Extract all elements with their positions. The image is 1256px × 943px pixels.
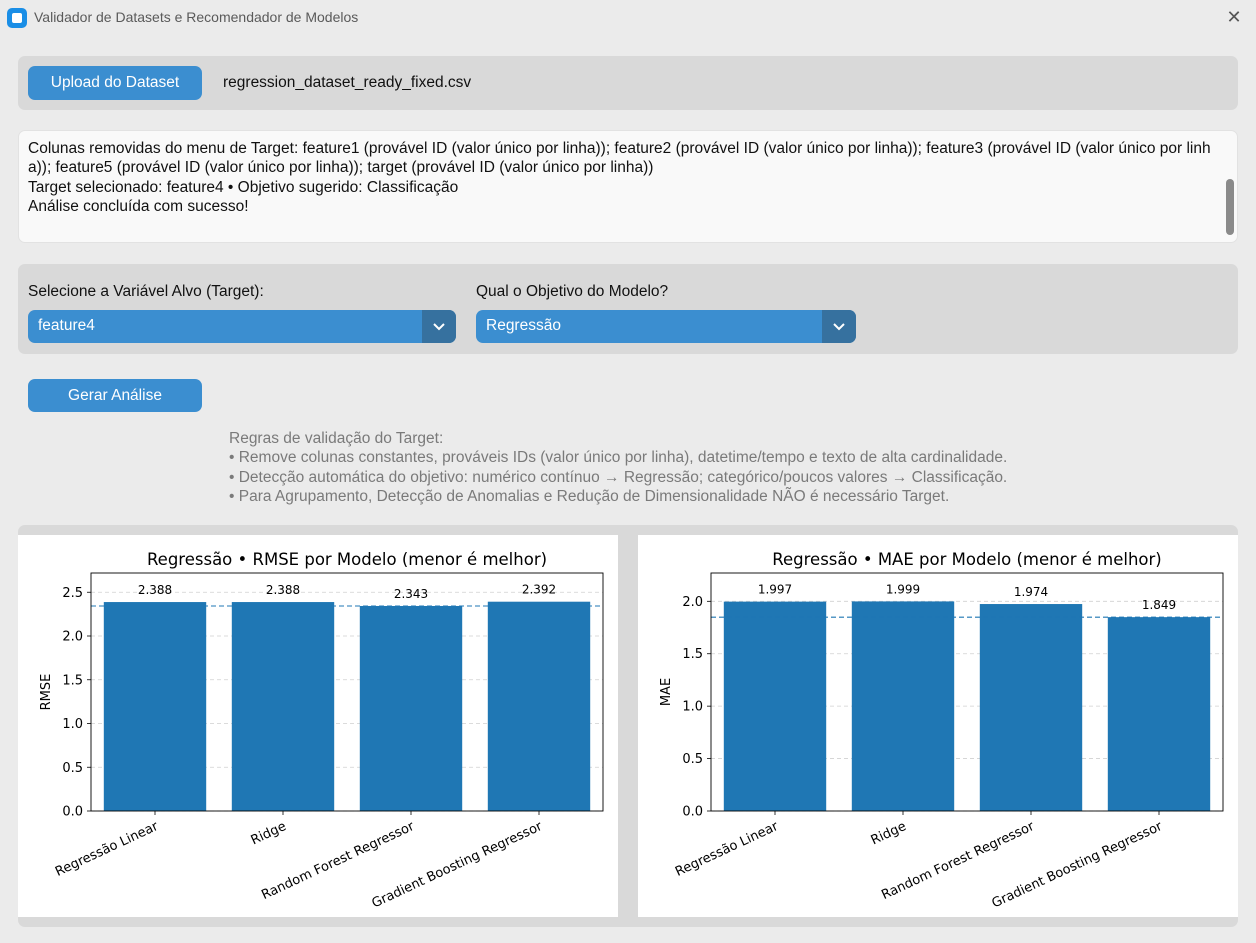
bar xyxy=(103,602,207,811)
title-bar: Validador de Datasets e Recomendador de … xyxy=(0,0,1256,36)
y-tick-label: 1.0 xyxy=(62,717,83,732)
chart-title: Regressão • RMSE por Modelo (menor é mel… xyxy=(147,550,547,569)
bar-value-label: 2.392 xyxy=(522,583,556,597)
rules-item: • Remove colunas constantes, prováveis I… xyxy=(229,449,1008,467)
close-icon[interactable]: ✕ xyxy=(1224,8,1244,28)
bar xyxy=(359,605,463,811)
window-title: Validador de Datasets e Recomendador de … xyxy=(34,9,359,25)
bar xyxy=(1107,617,1211,811)
rmse-chart-card: Regressão • RMSE por Modelo (menor é mel… xyxy=(18,535,618,917)
log-text: Colunas removidas do menu de Target: fea… xyxy=(28,140,1211,216)
y-tick-label: 0.5 xyxy=(682,752,703,767)
bar xyxy=(979,604,1083,811)
y-tick-label: 1.5 xyxy=(682,647,703,662)
app-icon xyxy=(7,8,27,28)
objective-label: Qual o Objetivo do Modelo? xyxy=(476,283,669,300)
log-textbox[interactable]: Colunas removidas do menu de Target: fea… xyxy=(18,130,1238,243)
chevron-down-icon[interactable] xyxy=(822,310,856,343)
bar-value-label: 1.997 xyxy=(758,583,792,597)
y-axis-label: MAE xyxy=(659,678,674,706)
mae-chart-card: Regressão • MAE por Modelo (menor é melh… xyxy=(638,535,1238,917)
rules-item: • Detecção automática do objetivo: numér… xyxy=(229,468,1008,486)
dataset-filename: regression_dataset_ready_fixed.csv xyxy=(223,74,472,91)
objective-dropdown-value: Regressão xyxy=(486,317,561,334)
y-tick-label: 2.5 xyxy=(62,586,83,601)
y-tick-label: 2.0 xyxy=(62,630,83,645)
validation-rules: Regras de validação do Target: • Remove … xyxy=(229,429,1007,507)
x-tick-label: Ridge xyxy=(249,819,289,848)
y-axis-label: RMSE xyxy=(39,674,54,711)
y-tick-label: 1.0 xyxy=(682,700,703,715)
bar-value-label: 2.343 xyxy=(394,587,428,601)
target-label: Selecione a Variável Alvo (Target): xyxy=(28,283,264,300)
bar-value-label: 1.974 xyxy=(1014,585,1048,599)
chart-title: Regressão • MAE por Modelo (menor é melh… xyxy=(772,550,1161,569)
y-tick-label: 0.0 xyxy=(682,805,703,820)
bar xyxy=(851,601,955,811)
x-tick-label: Regressão Linear xyxy=(673,819,781,880)
y-tick-label: 0.5 xyxy=(62,761,83,776)
rules-title: Regras de validação do Target: xyxy=(229,430,444,447)
bar xyxy=(723,601,827,811)
x-tick-label: Ridge xyxy=(869,819,909,848)
rmse-chart: Regressão • RMSE por Modelo (menor é mel… xyxy=(39,550,604,911)
x-tick-label: Regressão Linear xyxy=(53,819,161,880)
bar-value-label: 1.849 xyxy=(1142,598,1176,612)
chevron-down-icon[interactable] xyxy=(422,310,456,343)
bar-value-label: 2.388 xyxy=(266,583,300,597)
y-tick-label: 1.5 xyxy=(62,673,83,688)
bar-value-label: 2.388 xyxy=(138,583,172,597)
upload-dataset-button[interactable]: Upload do Dataset xyxy=(28,66,202,100)
rules-item: • Para Agrupamento, Detecção de Anomalia… xyxy=(229,488,950,506)
y-tick-label: 0.0 xyxy=(62,805,83,820)
bar-value-label: 1.999 xyxy=(886,582,920,596)
y-tick-label: 2.0 xyxy=(682,595,703,610)
target-dropdown-value: feature4 xyxy=(38,317,95,334)
bar xyxy=(231,602,335,811)
bar xyxy=(487,601,591,811)
generate-analysis-button[interactable]: Gerar Análise xyxy=(28,379,202,412)
objective-dropdown[interactable]: Regressão xyxy=(476,310,856,343)
mae-chart: Regressão • MAE por Modelo (menor é melh… xyxy=(659,550,1224,911)
log-scrollbar[interactable] xyxy=(1226,179,1234,235)
target-dropdown[interactable]: feature4 xyxy=(28,310,456,343)
